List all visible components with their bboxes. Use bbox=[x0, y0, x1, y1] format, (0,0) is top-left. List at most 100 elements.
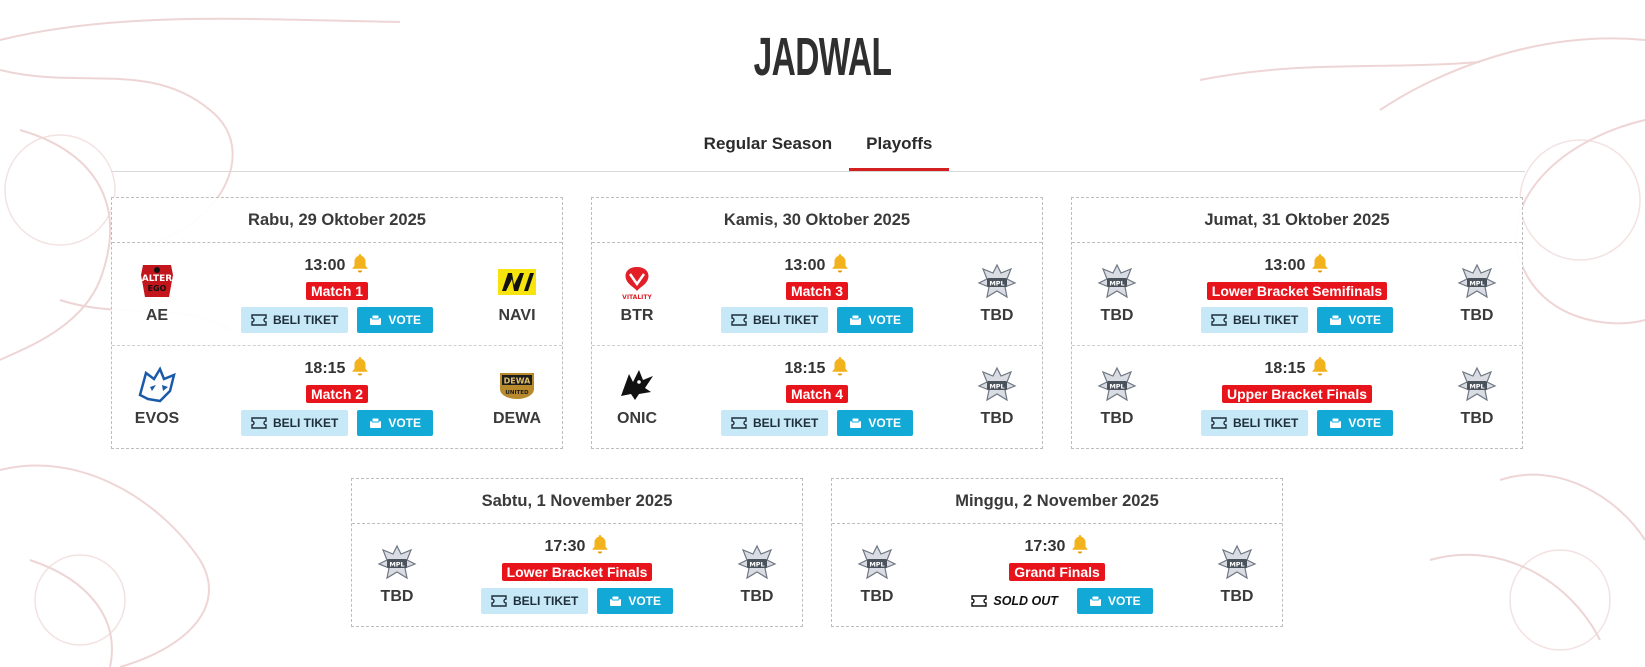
match-row: MPL TBD 18:15 Upper Bracket Finals BELI TIKE… bbox=[1072, 346, 1522, 448]
svg-text:MPL: MPL bbox=[989, 383, 1004, 391]
svg-text:MPL: MPL bbox=[1109, 280, 1124, 288]
dewa-united-logo: DEWA UNITED bbox=[472, 362, 562, 408]
team-right[interactable]: NAVI bbox=[472, 259, 562, 325]
bell-icon[interactable] bbox=[351, 356, 369, 376]
day-date: Kamis, 30 Oktober 2025 bbox=[592, 198, 1042, 243]
mpl-logo: MPL bbox=[832, 540, 922, 586]
vitality-logo: VITALITY bbox=[592, 259, 682, 305]
team-right[interactable]: MPL TBD bbox=[952, 362, 1042, 428]
vote-button[interactable]: VOTE bbox=[1076, 588, 1153, 614]
svg-text:MPL: MPL bbox=[1109, 383, 1124, 391]
svg-text:EGO: EGO bbox=[148, 284, 167, 293]
bell-icon[interactable] bbox=[1311, 356, 1329, 376]
match-label: Match 2 bbox=[305, 385, 369, 403]
vote-button[interactable]: VOTE bbox=[597, 588, 673, 614]
match-row: MPL TBD 17:30 Grand Finals SOLD OUT VOTE MPL TB… bbox=[832, 524, 1282, 626]
vote-button[interactable]: VOTE bbox=[357, 307, 433, 333]
match-actions: BELI TIKET VOTE bbox=[1162, 410, 1432, 436]
buy-ticket-button[interactable]: BELI TIKET bbox=[1200, 410, 1309, 436]
vote-icon bbox=[1330, 417, 1342, 428]
bell-icon[interactable] bbox=[351, 253, 369, 273]
mpl-logo: MPL bbox=[1192, 540, 1282, 586]
svg-text:MPL: MPL bbox=[869, 561, 884, 569]
tab-regular-season[interactable]: Regular Season bbox=[687, 122, 850, 171]
day-card: Minggu, 2 November 2025 MPL TBD 17:30 Grand … bbox=[831, 478, 1283, 627]
navi-logo bbox=[472, 259, 562, 305]
team-right[interactable]: DEWA UNITED DEWA bbox=[472, 362, 562, 428]
team-right[interactable]: MPL TBD bbox=[712, 540, 802, 606]
team-left[interactable]: ONIC bbox=[592, 362, 682, 428]
buy-ticket-button[interactable]: BELI TIKET bbox=[720, 410, 829, 436]
vote-icon bbox=[1330, 314, 1342, 325]
match-actions: SOLD OUT VOTE bbox=[922, 588, 1192, 614]
team-left[interactable]: MPL TBD bbox=[1072, 259, 1162, 325]
team-right[interactable]: MPL TBD bbox=[1432, 259, 1522, 325]
team-left[interactable]: MPL TBD bbox=[1072, 362, 1162, 428]
vote-icon bbox=[370, 314, 382, 325]
team-name: TBD bbox=[380, 588, 414, 605]
team-right[interactable]: MPL TBD bbox=[1432, 362, 1522, 428]
match-info: 13:00 Match 3 BELI TIKET VOTE bbox=[682, 253, 952, 333]
buy-ticket-button[interactable]: BELI TIKET bbox=[240, 410, 349, 436]
tab-playoffs[interactable]: Playoffs bbox=[849, 122, 950, 171]
match-actions: BELI TIKET VOTE bbox=[682, 410, 952, 436]
team-name: TBD bbox=[860, 588, 894, 605]
match-label: Lower Bracket Finals bbox=[501, 563, 653, 581]
onic-logo bbox=[592, 362, 682, 408]
ticket-icon bbox=[251, 314, 267, 326]
buy-ticket-button[interactable]: BELI TIKET bbox=[240, 307, 349, 333]
match-label: Grand Finals bbox=[1009, 563, 1105, 581]
team-name: TBD bbox=[1100, 410, 1134, 427]
svg-text:VITALITY: VITALITY bbox=[622, 294, 652, 301]
match-actions: BELI TIKET VOTE bbox=[682, 307, 952, 333]
match-label: Match 4 bbox=[785, 385, 849, 403]
bell-icon[interactable] bbox=[1071, 534, 1089, 554]
ticket-icon bbox=[731, 314, 747, 326]
team-name: ONIC bbox=[617, 410, 657, 427]
match-info: 18:15 Match 2 BELI TIKET VOTE bbox=[202, 356, 472, 436]
buy-ticket-button[interactable]: BELI TIKET bbox=[480, 588, 589, 614]
vote-button[interactable]: VOTE bbox=[837, 410, 913, 436]
buy-ticket-button[interactable]: BELI TIKET bbox=[720, 307, 829, 333]
sold-out-status: SOLD OUT bbox=[961, 588, 1068, 614]
match-row: MPL TBD 17:30 Lower Bracket Finals BELI TIKE… bbox=[352, 524, 802, 626]
ticket-icon bbox=[1211, 417, 1227, 429]
team-right[interactable]: MPL TBD bbox=[952, 259, 1042, 325]
team-left[interactable]: EVOS bbox=[112, 362, 202, 428]
vote-button[interactable]: VOTE bbox=[837, 307, 913, 333]
vote-button[interactable]: VOTE bbox=[1317, 307, 1393, 333]
match-time: 18:15 bbox=[682, 356, 952, 380]
bell-icon[interactable] bbox=[591, 534, 609, 554]
team-left[interactable]: ALTER EGO AE bbox=[112, 259, 202, 325]
vote-icon bbox=[610, 595, 622, 606]
match-row: EVOS 18:15 Match 2 BELI TIKET VOTE DEWA UNITED… bbox=[112, 346, 562, 448]
bell-icon[interactable] bbox=[831, 356, 849, 376]
buy-ticket-button[interactable]: BELI TIKET bbox=[1200, 307, 1309, 333]
team-left[interactable]: MPL TBD bbox=[352, 540, 442, 606]
match-label: Match 3 bbox=[785, 282, 849, 300]
team-name: TBD bbox=[1460, 410, 1494, 427]
match-info: 18:15 Upper Bracket Finals BELI TIKET VOTE bbox=[1162, 356, 1432, 436]
vote-button[interactable]: VOTE bbox=[1317, 410, 1393, 436]
match-time: 18:15 bbox=[1162, 356, 1432, 380]
team-left[interactable]: MPL TBD bbox=[832, 540, 922, 606]
bell-icon[interactable] bbox=[1311, 253, 1329, 273]
match-time: 13:00 bbox=[682, 253, 952, 277]
vote-button[interactable]: VOTE bbox=[357, 410, 433, 436]
team-left[interactable]: VITALITY BTR bbox=[592, 259, 682, 325]
svg-text:MPL: MPL bbox=[1469, 383, 1484, 391]
match-label: Upper Bracket Finals bbox=[1221, 385, 1373, 403]
svg-text:UNITED: UNITED bbox=[505, 390, 529, 396]
team-name: AE bbox=[145, 307, 169, 324]
day-card: Rabu, 29 Oktober 2025 ALTER EGO AE 13:00 Matc… bbox=[111, 197, 563, 449]
bell-icon[interactable] bbox=[831, 253, 849, 273]
day-card: Jumat, 31 Oktober 2025 MPL TBD 13:00 Lower B… bbox=[1071, 197, 1523, 449]
team-name: TBD bbox=[980, 410, 1014, 427]
team-right[interactable]: MPL TBD bbox=[1192, 540, 1282, 606]
alter-ego-logo: ALTER EGO bbox=[112, 259, 202, 305]
svg-text:MPL: MPL bbox=[389, 561, 404, 569]
mpl-logo: MPL bbox=[712, 540, 802, 586]
match-info: 13:00 Lower Bracket Semifinals BELI TIKET V… bbox=[1162, 253, 1432, 333]
mpl-logo: MPL bbox=[1072, 362, 1162, 408]
match-row: ALTER EGO AE 13:00 Match 1 BELI TIKET VOTE NAVI bbox=[112, 243, 562, 346]
